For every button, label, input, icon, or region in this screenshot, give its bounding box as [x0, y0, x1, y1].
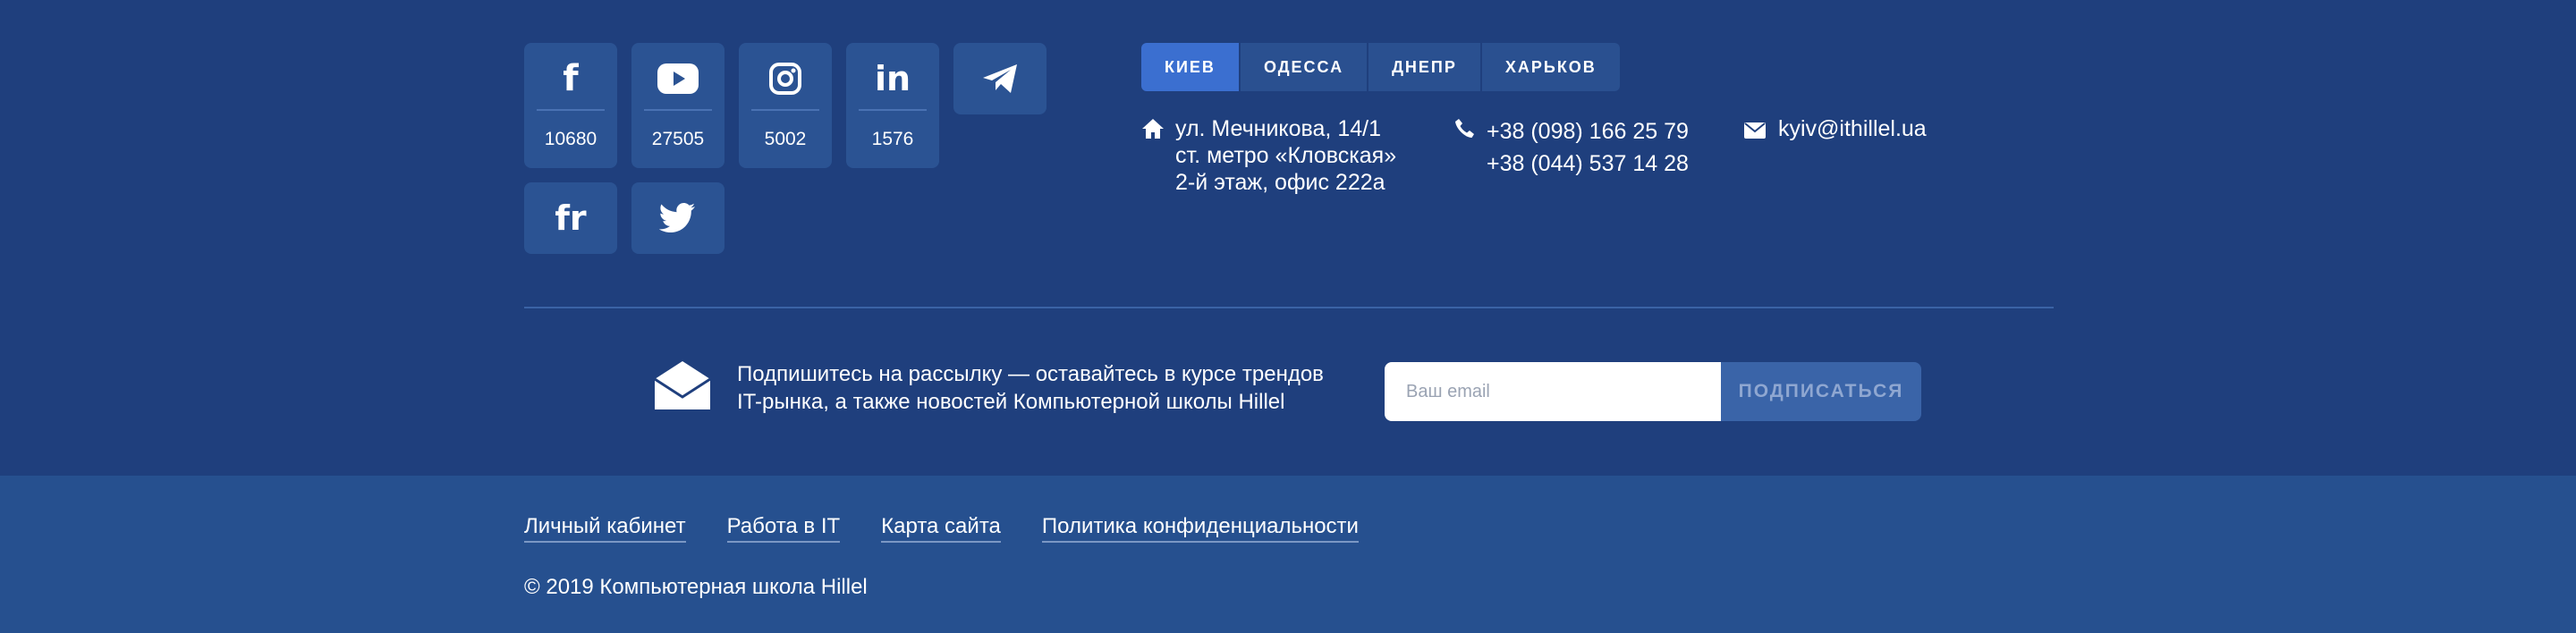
- phone-icon: [1455, 119, 1474, 138]
- link-jobs-in-it[interactable]: Работа в IT: [726, 514, 841, 543]
- address-line: ст. метро «Кловская»: [1175, 143, 1397, 168]
- envelope-icon: [654, 361, 711, 409]
- footer-bottom: [0, 476, 2576, 633]
- facebook-icon: f: [563, 58, 579, 99]
- phones: +38 (098) 166 25 79 +38 (044) 537 14 28: [1487, 115, 1689, 180]
- telegram-icon: [953, 57, 1046, 100]
- phone-number[interactable]: +38 (098) 166 25 79: [1487, 115, 1689, 148]
- city-tabs: КИЕВ ОДЕССА ДНЕПР ХАРЬКОВ: [1141, 43, 1620, 91]
- tab-odessa[interactable]: ОДЕССА: [1240, 43, 1369, 91]
- divider: [524, 307, 2054, 308]
- link-personal-account[interactable]: Личный кабинет: [524, 514, 686, 543]
- tile-divider: [859, 109, 927, 111]
- address-line: ул. Мечникова, 14/1: [1175, 116, 1381, 141]
- subscribe-text-line: IT-рынка, а также новостей Компьютерной …: [737, 390, 1285, 414]
- youtube-tile[interactable]: 27505: [631, 43, 724, 168]
- link-privacy-policy[interactable]: Политика конфиденциальности: [1041, 514, 1359, 543]
- mail-icon: [1744, 122, 1766, 139]
- home-icon: [1142, 119, 1164, 139]
- copyright: © 2019 Компьютерная школа Hillel: [524, 575, 868, 599]
- phone-number[interactable]: +38 (044) 537 14 28: [1487, 148, 1689, 180]
- email-link[interactable]: kyiv@ithillel.ua: [1778, 115, 1927, 142]
- twitter-tile[interactable]: [631, 182, 724, 254]
- address: ул. Мечникова, 14/1 ст. метро «Кловская»…: [1175, 115, 1396, 196]
- instagram-count: 5002: [764, 129, 807, 149]
- subscribe-text: Подпишитесь на рассылку — оставайтесь в …: [737, 360, 1324, 416]
- instagram-tile[interactable]: 5002: [739, 43, 832, 168]
- tile-divider: [537, 109, 605, 111]
- subscribe-text-line: Подпишитесь на рассылку — оставайтесь в …: [737, 362, 1324, 386]
- twitter-icon: [631, 197, 724, 240]
- tile-divider: [644, 109, 712, 111]
- youtube-icon: [631, 57, 724, 100]
- fr-icon: fr: [555, 198, 587, 238]
- facebook-count: 10680: [544, 129, 597, 149]
- facebook-tile[interactable]: f 10680: [524, 43, 617, 168]
- address-line: 2-й этаж, офис 222а: [1175, 170, 1385, 195]
- tab-kharkov[interactable]: ХАРЬКОВ: [1481, 43, 1620, 91]
- fr-tile[interactable]: fr: [524, 182, 617, 254]
- linkedin-icon: in: [874, 59, 911, 98]
- instagram-icon: [739, 57, 832, 100]
- telegram-tile[interactable]: [953, 43, 1046, 114]
- footer-links: Личный кабинет Работа в IT Карта сайта П…: [524, 514, 1359, 543]
- youtube-count: 27505: [651, 129, 705, 149]
- subscribe-button[interactable]: ПОДПИСАТЬСЯ: [1721, 362, 1921, 421]
- tab-dnepr[interactable]: ДНЕПР: [1368, 43, 1482, 91]
- link-sitemap[interactable]: Карта сайта: [881, 514, 1001, 543]
- email-input[interactable]: [1385, 362, 1721, 421]
- linkedin-count: 1576: [871, 129, 914, 149]
- linkedin-tile[interactable]: in 1576: [846, 43, 939, 168]
- tile-divider: [751, 109, 819, 111]
- tab-kiev[interactable]: КИЕВ: [1141, 43, 1241, 91]
